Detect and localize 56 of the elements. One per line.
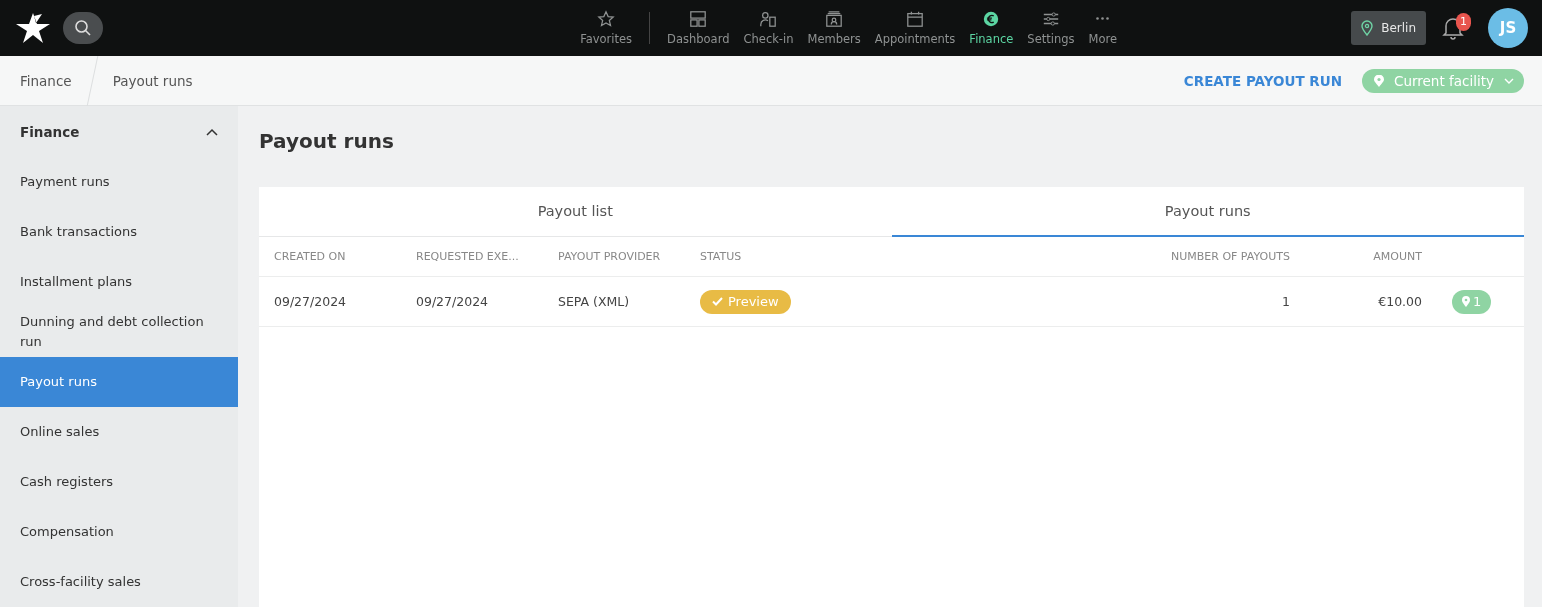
map-pin-icon (1361, 20, 1374, 36)
sidebar-section-header[interactable]: Finance (0, 107, 238, 157)
table-cell-text: €10.00 (1377, 294, 1422, 309)
star-logo-icon[interactable] (16, 13, 50, 43)
column-header: PAYOUT PROVIDER (558, 250, 662, 263)
nav-tab[interactable]: Appointments (867, 10, 963, 46)
chevron-down-icon (1504, 77, 1514, 84)
column-header: STATUS (700, 250, 743, 263)
bell-icon[interactable] (1442, 16, 1464, 40)
dashboard-icon (689, 10, 708, 28)
nav-tab[interactable]: More (1081, 10, 1125, 46)
map-pin-icon (1462, 296, 1470, 307)
table-cell-text: SEPA (XML) (558, 294, 631, 309)
nav-tab[interactable]: Dashboard (660, 10, 737, 46)
nav-tab[interactable]: Finance (962, 10, 1021, 46)
tab[interactable]: Payout list (259, 187, 892, 237)
sliders-icon (1041, 10, 1060, 28)
check-icon (712, 297, 723, 306)
page-title: Payout runs (259, 129, 395, 153)
dots-icon (1096, 17, 1110, 20)
star-icon (597, 10, 616, 28)
column-header: AMOUNT (1372, 250, 1422, 263)
tab[interactable]: Payout runs (891, 187, 1524, 237)
nav-tab[interactable]: Check-in (736, 10, 801, 46)
sidebar-item[interactable]: Installment plans (0, 257, 238, 307)
euro-coin-icon (982, 10, 1001, 28)
column-header: CREATED ON (274, 250, 347, 263)
map-pin-icon (1374, 74, 1384, 87)
sidebar-item[interactable]: Payout runs (0, 357, 238, 407)
sidebar-item[interactable]: Cash registers (0, 457, 238, 507)
search-icon (74, 19, 92, 37)
breadcrumb-link[interactable]: Finance (0, 72, 92, 89)
status-badge: Preview (700, 289, 791, 314)
sidebar-item[interactable]: Payment runs (0, 157, 238, 207)
id-card-stack-icon (825, 10, 844, 28)
sidebar-item[interactable]: Bank transactions (0, 207, 238, 257)
sidebar-item[interactable]: Compensation (0, 507, 238, 557)
column-header: NUMBER OF PAYOUTS (1169, 250, 1290, 263)
table-cell-text: 09/27/2024 (416, 294, 490, 309)
chevron-up-icon (206, 128, 218, 136)
calendar-icon (906, 10, 925, 28)
person-card-icon (759, 10, 778, 28)
location-button[interactable]: Berlin (1351, 11, 1426, 45)
breadcrumb-link[interactable]: Payout runs (92, 72, 213, 89)
search-button[interactable] (63, 12, 103, 44)
nav-tab[interactable]: Favorites (573, 10, 640, 46)
nav-tab[interactable]: Members (800, 10, 868, 46)
sidebar-item[interactable]: Dunning and debt collection run (0, 307, 238, 357)
table-cell-text: 1 (1281, 294, 1290, 309)
sidebar-item[interactable]: Cross-facility sales (0, 557, 238, 607)
sidebar-item[interactable]: Online sales (0, 407, 238, 457)
column-header: REQUESTED EXE... (416, 250, 520, 263)
table-cell-text: 09/27/2024 (274, 294, 348, 309)
location-count-badge: 1 (1452, 289, 1492, 314)
nav-tab[interactable]: Settings (1020, 10, 1082, 46)
notification-badge: 1 (1456, 13, 1471, 31)
